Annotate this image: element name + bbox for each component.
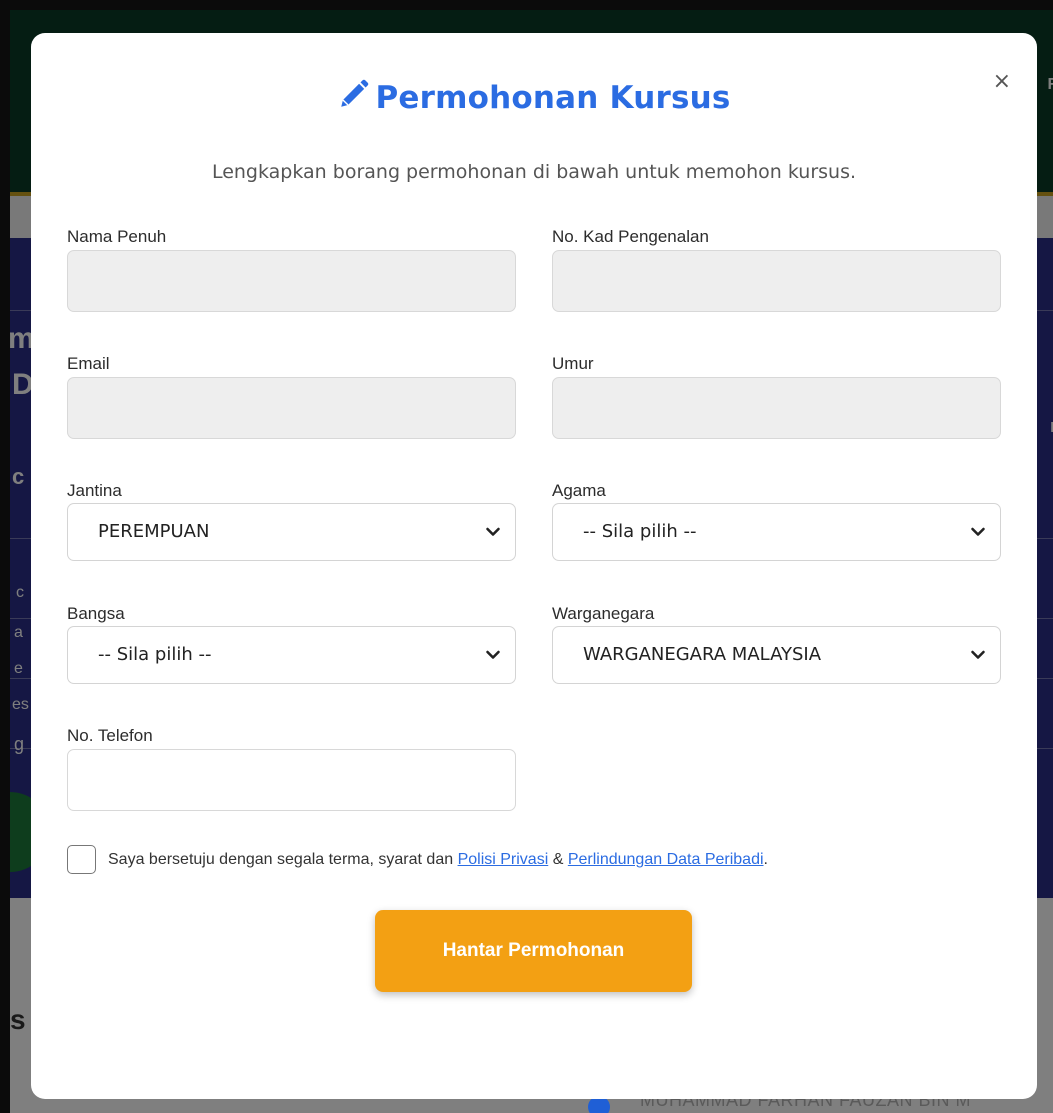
chevron-down-icon bbox=[971, 527, 985, 536]
nama-penuh-label: Nama Penuh bbox=[67, 227, 167, 246]
warganegara-selected-value: WARGANEGARA MALAYSIA bbox=[583, 644, 822, 665]
no-telefon-label: No. Telefon bbox=[67, 726, 153, 745]
bangsa-selected-value: -- Sila pilih -- bbox=[98, 644, 212, 665]
umur-field[interactable] bbox=[552, 377, 1001, 439]
jantina-select[interactable]: PEREMPUAN bbox=[67, 503, 516, 561]
chevron-down-icon bbox=[486, 650, 500, 659]
terms-period: . bbox=[763, 850, 768, 868]
terms-text: Saya bersetuju dengan segala terma, syar… bbox=[108, 850, 454, 868]
modal-subtitle: Lengkapkan borang permohonan di bawah un… bbox=[211, 161, 857, 183]
terms-agreement: Saya bersetuju dengan segala terma, syar… bbox=[67, 845, 768, 874]
no-telefon-field[interactable] bbox=[67, 749, 516, 811]
modal-title: Permohonan Kursus bbox=[31, 77, 1037, 116]
jantina-label: Jantina bbox=[67, 481, 122, 500]
bangsa-select[interactable]: -- Sila pilih -- bbox=[67, 626, 516, 684]
email-label: Email bbox=[67, 354, 110, 373]
email-field[interactable] bbox=[67, 377, 516, 439]
terms-ampersand: & bbox=[552, 850, 564, 868]
nama-penuh-field[interactable] bbox=[67, 250, 516, 312]
jantina-selected-value: PEREMPUAN bbox=[98, 521, 210, 542]
course-application-modal: × Permohonan Kursus Lengkapkan borang pe… bbox=[31, 33, 1037, 1099]
no-kad-field[interactable] bbox=[552, 250, 1001, 312]
warganegara-select[interactable]: WARGANEGARA MALAYSIA bbox=[552, 626, 1001, 684]
umur-label: Umur bbox=[552, 354, 594, 373]
bangsa-label: Bangsa bbox=[67, 604, 125, 623]
warganegara-label: Warganegara bbox=[552, 604, 655, 623]
privacy-policy-link[interactable]: Polisi Privasi bbox=[458, 851, 549, 869]
terms-checkbox[interactable] bbox=[67, 845, 96, 874]
agama-label: Agama bbox=[552, 481, 606, 500]
data-protection-link[interactable]: Perlindungan Data Peribadi bbox=[568, 851, 764, 869]
agama-select[interactable]: -- Sila pilih -- bbox=[552, 503, 1001, 561]
modal-title-text: Permohonan Kursus bbox=[375, 80, 731, 116]
pencil-icon bbox=[341, 79, 369, 107]
chevron-down-icon bbox=[971, 650, 985, 659]
no-kad-label: No. Kad Pengenalan bbox=[552, 227, 709, 246]
agama-selected-value: -- Sila pilih -- bbox=[583, 521, 697, 542]
chevron-down-icon bbox=[486, 527, 500, 536]
submit-application-button[interactable]: Hantar Permohonan bbox=[375, 910, 692, 992]
